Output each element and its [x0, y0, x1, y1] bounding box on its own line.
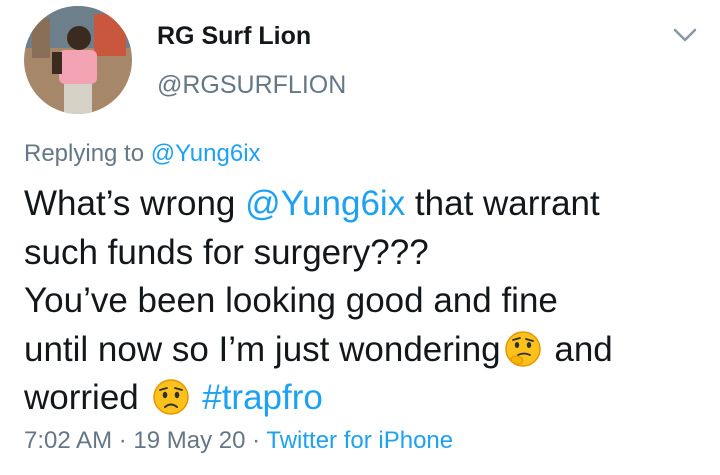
- tweet-line-2: such funds for surgery???: [24, 232, 429, 272]
- tweet-time[interactable]: 7:02 AM: [24, 427, 112, 454]
- reply-prefix: Replying to: [24, 140, 145, 167]
- text-segment: that warrant: [405, 184, 600, 223]
- reply-context: Replying to @Yung6ix: [24, 140, 261, 168]
- thinking-face-emoji: [504, 330, 542, 368]
- reply-mention-link[interactable]: @Yung6ix: [151, 140, 261, 167]
- avatar[interactable]: [24, 6, 132, 114]
- mention-link[interactable]: @Yung6ix: [245, 184, 405, 223]
- tweet-text: What’s wrong @Yung6ix that warrant such …: [24, 180, 704, 423]
- user-handle[interactable]: @RGSURFLION: [157, 71, 346, 100]
- avatar-photo: [24, 6, 132, 114]
- tweet-line-3: You’ve been looking good and fine: [24, 281, 558, 320]
- tweet-line-4: until now so I’m just wondering and: [24, 326, 704, 375]
- worried-face-emoji: [152, 378, 190, 416]
- tweet-line-5: worried #trapfro: [24, 374, 704, 423]
- text-segment: worried: [24, 378, 139, 417]
- hashtag-link[interactable]: #trapfro: [202, 378, 323, 417]
- tweet-date[interactable]: 19 May 20: [133, 427, 245, 454]
- tweet-source-link[interactable]: Twitter for iPhone: [266, 427, 453, 454]
- display-name[interactable]: RG Surf Lion: [157, 22, 311, 51]
- tweet-meta: 7:02 AM · 19 May 20 · Twitter for iPhone: [24, 427, 453, 455]
- text-segment: What’s wrong: [24, 184, 246, 223]
- text-segment: and: [554, 329, 613, 369]
- text-segment: until now so I’m just wondering: [24, 329, 501, 369]
- tweet: RG Surf Lion @RGSURFLION Replying to @Yu…: [0, 0, 720, 475]
- meta-separator: ·: [245, 427, 267, 454]
- chevron-down-icon[interactable]: [672, 26, 698, 44]
- tweet-line-1: What’s wrong @Yung6ix that warrant: [24, 180, 704, 229]
- meta-separator: ·: [112, 427, 134, 454]
